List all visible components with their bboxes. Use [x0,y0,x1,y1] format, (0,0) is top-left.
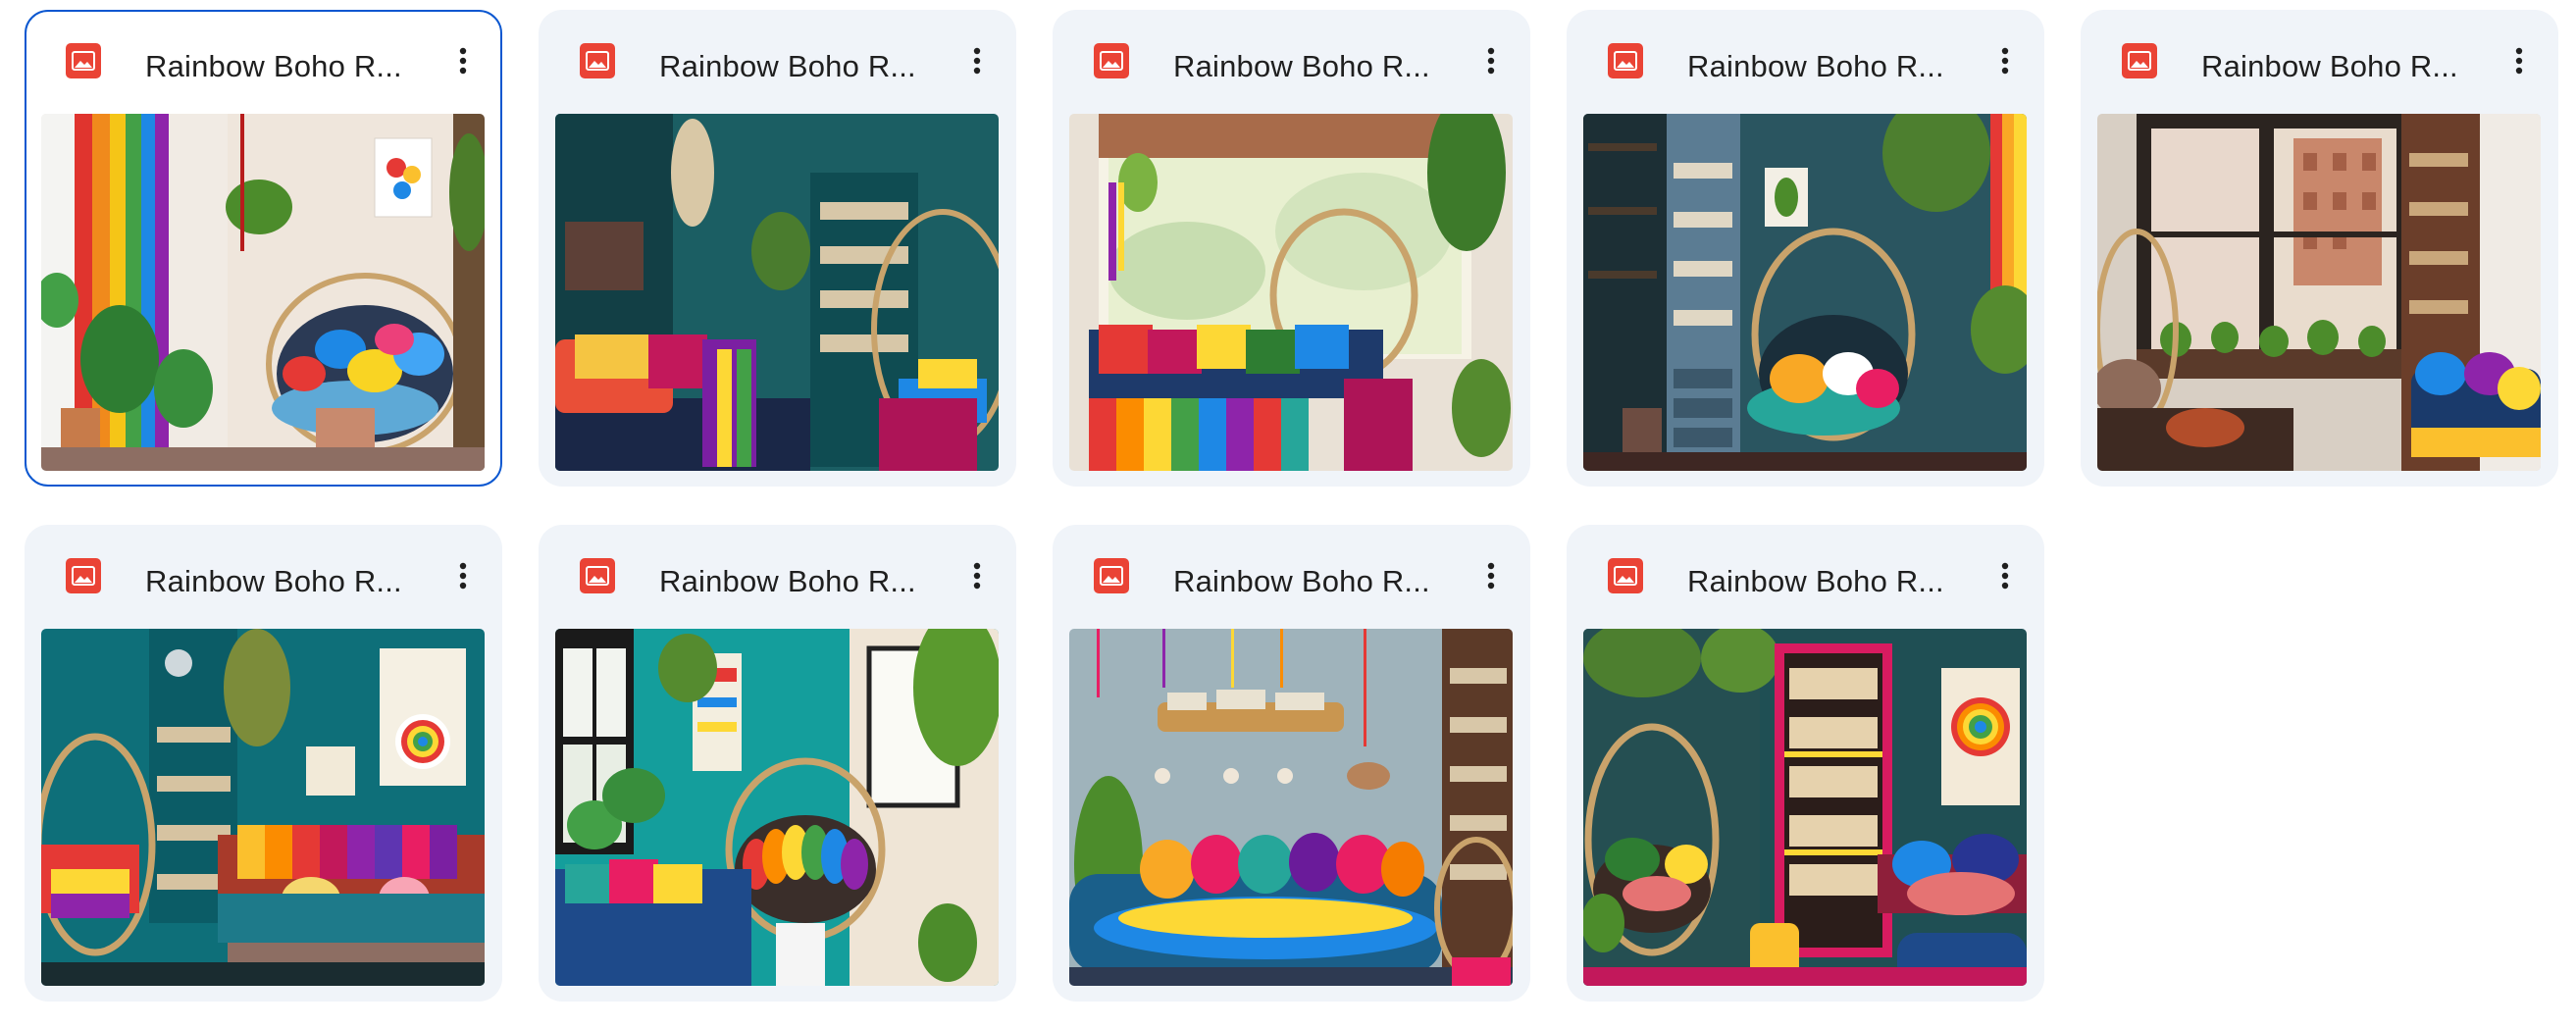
file-title: Rainbow Boho R... [1687,564,1944,598]
more-actions-button[interactable] [2498,39,2541,82]
image-file-icon [66,558,101,593]
file-card[interactable]: Rainbow Boho R... [25,10,502,487]
image-file-icon [580,558,615,593]
file-card-header: Rainbow Boho R... [1567,525,2044,629]
file-title: Rainbow Boho R... [1687,49,1944,83]
more-actions-button[interactable] [1984,554,2027,597]
file-title: Rainbow Boho R... [659,564,916,598]
image-thumbnail[interactable] [1583,114,2027,471]
file-card-header: Rainbow Boho R... [26,12,500,116]
more-actions-button[interactable] [441,554,485,597]
file-card[interactable]: Rainbow Boho R... [539,525,1016,1002]
image-thumbnail[interactable] [41,114,485,471]
file-grid: Rainbow Boho R... Rainbow Boho R... Rain… [25,10,2558,1002]
file-card-header: Rainbow Boho R... [1053,525,1530,629]
file-card-header: Rainbow Boho R... [25,525,502,629]
image-thumbnail[interactable] [1069,114,1513,471]
image-file-icon [1608,558,1643,593]
image-file-icon [66,43,101,78]
more-actions-button[interactable] [955,554,999,597]
file-title: Rainbow Boho R... [145,564,402,598]
image-thumbnail[interactable] [1069,629,1513,986]
file-card[interactable]: Rainbow Boho R... [2081,10,2558,487]
file-card[interactable]: Rainbow Boho R... [1567,525,2044,1002]
file-card-header: Rainbow Boho R... [2081,10,2558,114]
more-vert-icon [459,47,467,75]
more-vert-icon [2001,47,2009,75]
file-title: Rainbow Boho R... [659,49,916,83]
file-card-header: Rainbow Boho R... [1053,10,1530,114]
file-title: Rainbow Boho R... [1173,49,1430,83]
image-thumbnail[interactable] [555,114,999,471]
more-actions-button[interactable] [441,39,485,82]
image-file-icon [1608,43,1643,78]
image-thumbnail[interactable] [555,629,999,986]
image-thumbnail[interactable] [41,629,485,986]
file-title: Rainbow Boho R... [145,49,402,83]
image-file-icon [2122,43,2157,78]
file-card[interactable]: Rainbow Boho R... [25,525,502,1002]
more-vert-icon [1487,47,1495,75]
file-card-header: Rainbow Boho R... [1567,10,2044,114]
more-vert-icon [459,562,467,590]
image-file-icon [580,43,615,78]
more-vert-icon [1487,562,1495,590]
file-card-header: Rainbow Boho R... [539,10,1016,114]
file-card[interactable]: Rainbow Boho R... [1053,10,1530,487]
more-actions-button[interactable] [1469,39,1513,82]
image-file-icon [1094,43,1129,78]
file-card[interactable]: Rainbow Boho R... [1053,525,1530,1002]
file-title: Rainbow Boho R... [2201,49,2458,83]
more-actions-button[interactable] [1469,554,1513,597]
file-card[interactable]: Rainbow Boho R... [539,10,1016,487]
more-actions-button[interactable] [1984,39,2027,82]
file-card[interactable]: Rainbow Boho R... [1567,10,2044,487]
image-thumbnail[interactable] [1583,629,2027,986]
image-file-icon [1094,558,1129,593]
more-actions-button[interactable] [955,39,999,82]
file-title: Rainbow Boho R... [1173,564,1430,598]
more-vert-icon [2001,562,2009,590]
more-vert-icon [2515,47,2523,75]
file-card-header: Rainbow Boho R... [539,525,1016,629]
more-vert-icon [973,562,981,590]
more-vert-icon [973,47,981,75]
image-thumbnail[interactable] [2097,114,2541,471]
